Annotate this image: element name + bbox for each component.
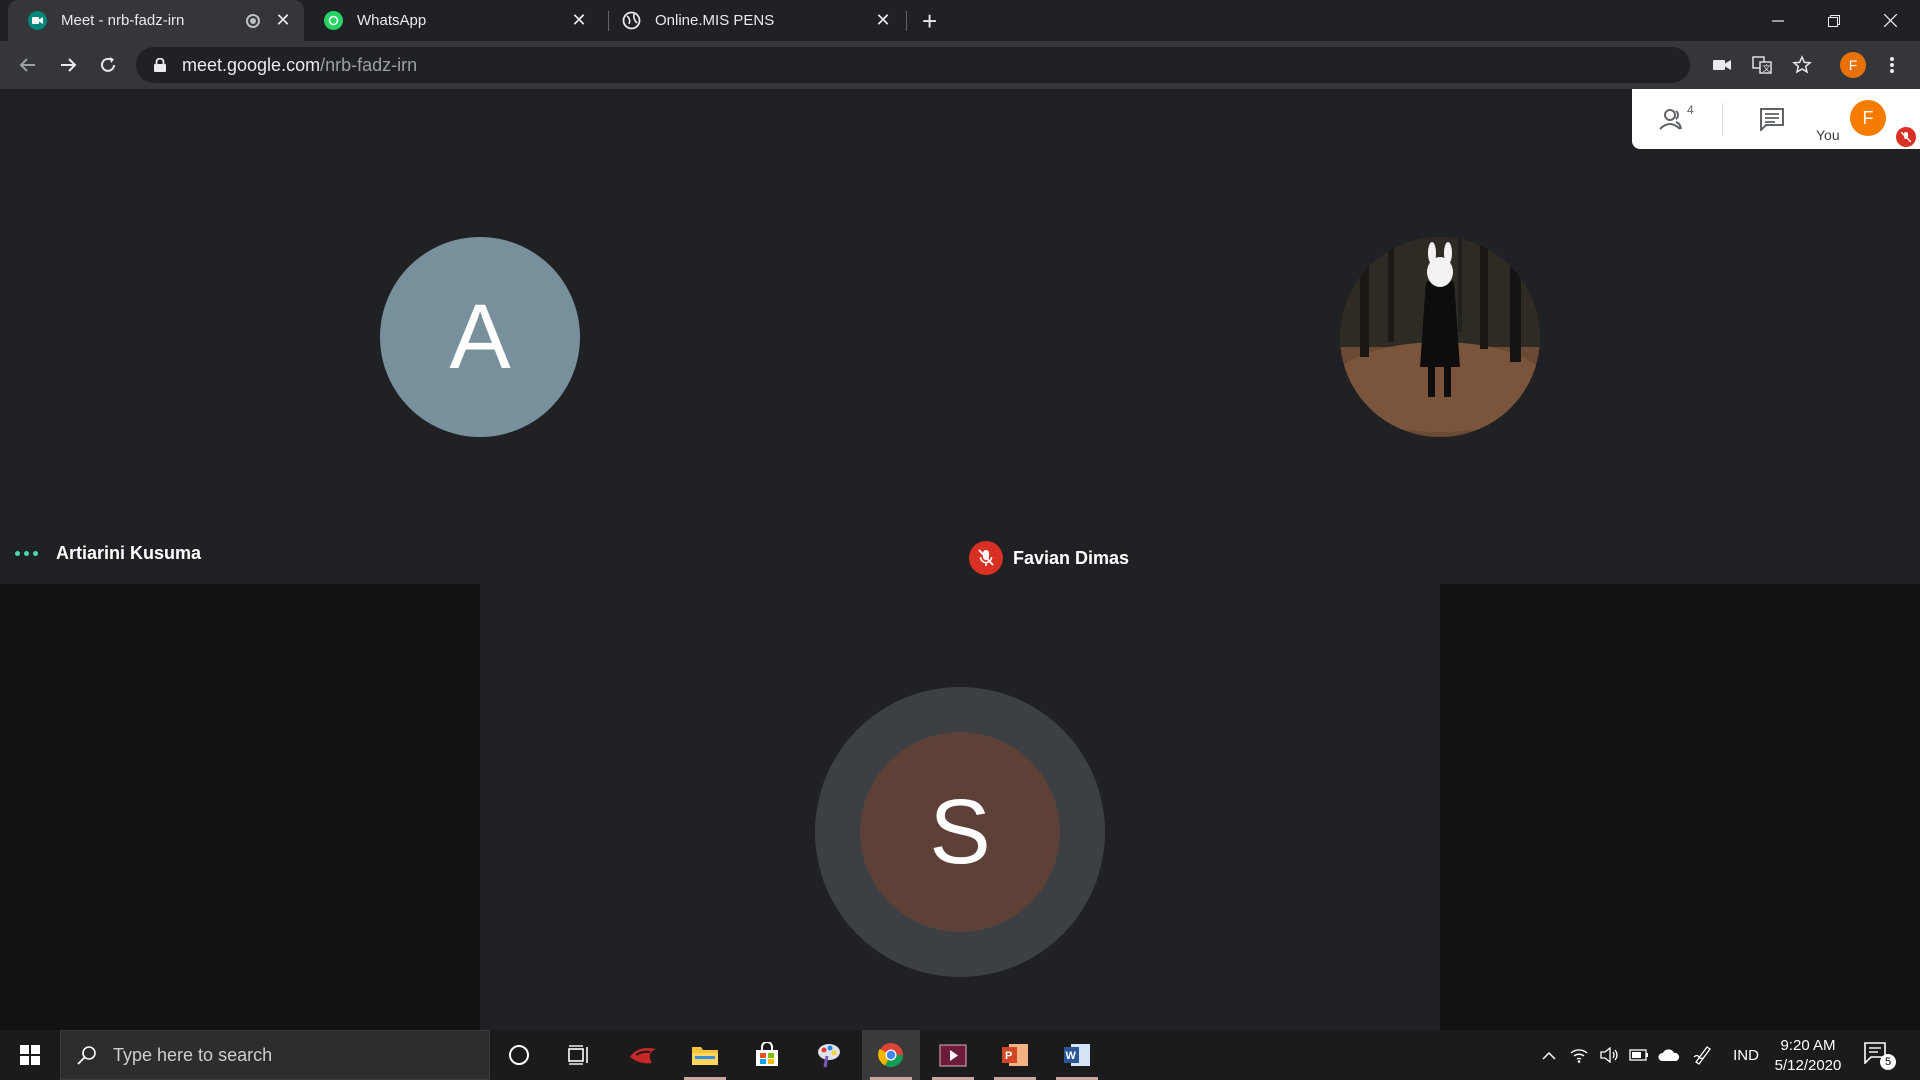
bookmark-star-icon[interactable] [1790,53,1814,77]
powerpoint-icon[interactable]: P [986,1030,1044,1080]
browser-tab-strip: Meet - nrb-fadz-irn ✕ WhatsApp ✕ Online.… [0,0,1920,41]
cortana-icon[interactable] [490,1030,548,1080]
svg-text:W: W [1066,1050,1077,1062]
url-host: meet.google.com [182,54,321,75]
participant-name-label: Favian Dimas [969,541,1129,575]
volume-icon[interactable] [1596,1030,1622,1080]
recording-icon [246,13,260,28]
address-bar[interactable]: meet.google.com/nrb-fadz-irn [136,47,1690,83]
clock-date: 5/12/2020 [1774,1057,1842,1074]
input-language[interactable]: IND [1728,1030,1764,1080]
empty-tile-left [0,584,480,1030]
participant-name: Favian Dimas [1013,547,1130,568]
svg-text:文: 文 [1763,63,1771,73]
tab-title: Meet - nrb-fadz-irn [61,12,185,29]
close-window-icon[interactable] [1862,0,1918,41]
microsoft-store-icon[interactable] [738,1030,796,1080]
google-meet-icon [28,11,47,30]
participant-name: Artiarini Kusuma [56,543,202,563]
chrome-icon[interactable] [862,1030,920,1080]
whatsapp-icon [324,11,343,30]
video-editor-icon[interactable] [924,1030,982,1080]
new-tab-icon[interactable]: + [922,6,937,37]
wifi-icon[interactable] [1566,1030,1592,1080]
show-hidden-icons-chevron-icon[interactable] [1536,1030,1562,1080]
tab-whatsapp[interactable]: WhatsApp ✕ [304,0,600,41]
onedrive-icon[interactable] [1656,1030,1682,1080]
task-view-icon[interactable] [550,1030,608,1080]
minimize-icon[interactable] [1750,0,1806,41]
participant-avatar: S [860,732,1060,932]
close-tab-icon[interactable]: ✕ [570,10,588,31]
pen-workspace-icon[interactable] [1690,1030,1716,1080]
tab-online-mis-pens[interactable]: Online.MIS PENS ✕ [602,0,904,41]
globe-icon [622,11,641,30]
self-avatar[interactable]: F [1850,100,1886,136]
browser-toolbar: meet.google.com/nrb-fadz-irn 文 F [0,41,1920,89]
more-vert-icon[interactable] [1880,53,1904,77]
search-icon [77,1045,97,1065]
clock-time: 9:20 AM [1780,1037,1836,1054]
search-placeholder: Type here to search [113,1044,273,1065]
meet-top-panel: 4 You F [1632,89,1920,149]
divider [1722,103,1723,135]
forward-icon[interactable] [52,49,84,81]
you-label: You [1816,127,1840,143]
close-tab-icon[interactable]: ✕ [874,10,892,31]
camera-icon[interactable] [1710,53,1734,77]
windows-taskbar: Type here to search P W IND 9:20 AM 5/12… [0,1030,1920,1080]
empty-tile-right [1440,584,1920,1030]
windows-start-icon[interactable] [0,1030,60,1080]
speaking-indicator-icon [15,551,38,556]
taskbar-search-box[interactable]: Type here to search [60,1030,490,1080]
back-icon[interactable] [12,49,44,81]
battery-icon[interactable] [1626,1030,1652,1080]
word-icon[interactable]: W [1048,1030,1106,1080]
tab-title: WhatsApp [357,12,427,29]
participant-avatar: A [380,237,580,437]
participant-photo-avatar [1340,237,1540,437]
url-path: /nrb-fadz-irn [320,54,418,75]
chat-icon[interactable] [1752,103,1792,135]
svg-text:P: P [1005,1050,1012,1062]
meet-stage: A Artiarini Kusuma Favian Dimas S [0,89,1920,1030]
file-explorer-icon[interactable] [676,1030,734,1080]
action-center-icon[interactable]: 5 [1864,1040,1896,1070]
reload-icon[interactable] [92,49,124,81]
translate-icon[interactable]: 文 [1750,53,1774,77]
participant-name-label: Artiarini Kusuma [15,543,201,564]
url-text: meet.google.com/nrb-fadz-irn [182,55,417,76]
people-count: 4 [1687,103,1694,117]
tab-title: Online.MIS PENS [655,12,775,29]
red-app-icon[interactable] [614,1030,672,1080]
taskbar-clock[interactable]: 9:20 AM 5/12/2020 [1770,1036,1846,1076]
close-tab-icon[interactable]: ✕ [274,10,292,31]
profile-avatar[interactable]: F [1840,52,1866,78]
tab-meet[interactable]: Meet - nrb-fadz-irn ✕ [8,0,304,41]
restore-icon[interactable] [1806,0,1862,41]
tab-separator [906,11,907,31]
notification-count-badge: 5 [1880,1054,1896,1070]
lock-icon [152,57,168,73]
mic-off-icon [1896,127,1916,147]
mic-off-icon [969,541,1003,575]
paint-3d-icon[interactable] [800,1030,858,1080]
